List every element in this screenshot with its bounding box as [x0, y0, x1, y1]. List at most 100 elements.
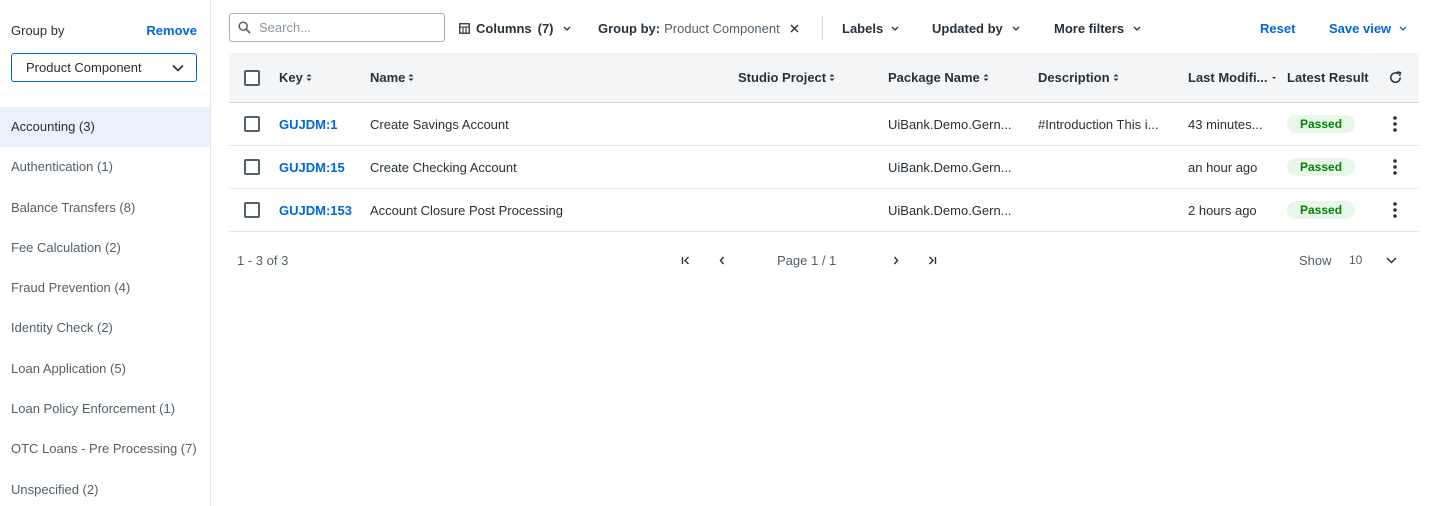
group-item-loan-policy-enforcement[interactable]: Loan Policy Enforcement (1)	[0, 389, 210, 429]
group-item-balance-transfers[interactable]: Balance Transfers (8)	[0, 188, 210, 228]
more-filters-button[interactable]: More filters	[1054, 18, 1141, 38]
columns-count: (7)	[537, 20, 554, 36]
prev-page-button[interactable]	[719, 250, 725, 270]
chevron-down-icon	[1399, 26, 1407, 31]
sort-icon	[1113, 74, 1119, 81]
column-header-description[interactable]: Description	[1038, 53, 1119, 102]
prev-page-icon	[719, 256, 725, 264]
group-by-title: Group by	[11, 22, 65, 38]
first-page-icon	[681, 256, 689, 264]
group-item-loan-application[interactable]: Loan Application (5)	[0, 349, 210, 389]
page-size-value[interactable]: 10	[1349, 250, 1362, 270]
columns-icon	[459, 22, 470, 34]
row-checkbox[interactable]	[244, 202, 260, 218]
groupby-chip-value: Product Component	[664, 20, 780, 36]
refresh-button[interactable]	[1388, 53, 1403, 102]
row-actions-button[interactable]	[1393, 189, 1397, 231]
row-checkbox-cell	[244, 189, 260, 231]
group-by-sidebar: Group by Remove Product Component Accoun…	[0, 0, 211, 506]
select-all-checkbox-cell	[244, 53, 260, 102]
package-name-value: UiBank.Demo.Gern...	[888, 116, 1012, 132]
column-header-key[interactable]: Key	[279, 53, 312, 102]
kebab-icon	[1393, 116, 1397, 132]
refresh-icon	[1390, 71, 1402, 83]
test-case-name: Account Closure Post Processing	[370, 202, 563, 218]
page-size-dropdown[interactable]	[1386, 250, 1397, 270]
group-item-fee-calculation[interactable]: Fee Calculation (2)	[0, 228, 210, 268]
status-badge: Passed	[1287, 158, 1356, 176]
column-header-latest-result-label: Latest Result	[1287, 70, 1369, 85]
column-header-name[interactable]: Name	[370, 53, 414, 102]
more-filters-label: More filters	[1054, 20, 1125, 36]
sort-icon	[983, 74, 989, 81]
close-icon[interactable]	[790, 24, 799, 33]
toolbar: Columns (7) Group by: Product Component …	[229, 12, 1419, 43]
next-page-icon	[893, 256, 899, 264]
chevron-down-icon	[1386, 256, 1397, 264]
row-checkbox[interactable]	[244, 116, 260, 132]
first-page-button[interactable]	[681, 250, 691, 270]
updated-by-filter[interactable]: Updated by	[932, 18, 1020, 38]
column-header-studio-project[interactable]: Studio Project	[738, 53, 835, 102]
column-header-latest-result[interactable]: Latest Result	[1287, 53, 1369, 102]
last-page-button[interactable]	[927, 250, 937, 270]
pagination-bar: 1 - 3 of 3 Page 1 / 1 Show 10	[229, 244, 1419, 276]
chevron-down-icon	[1012, 26, 1020, 31]
group-by-header: Group by Remove	[11, 21, 197, 39]
test-case-key-link[interactable]: GUJDM:15	[279, 160, 345, 175]
kebab-icon	[1393, 202, 1397, 218]
test-case-name: Create Checking Account	[370, 159, 517, 175]
group-by-select[interactable]: Product Component	[11, 53, 197, 82]
test-case-key-link[interactable]: GUJDM:1	[279, 117, 338, 132]
group-item-fraud-prevention[interactable]: Fraud Prevention (4)	[0, 268, 210, 308]
column-header-package-name[interactable]: Package Name	[888, 53, 989, 102]
search-input[interactable]	[259, 20, 429, 35]
chevron-down-icon	[563, 26, 570, 31]
chevron-down-icon	[172, 64, 184, 72]
last-modified-value: an hour ago	[1188, 159, 1258, 175]
search-icon	[238, 21, 251, 34]
group-by-selected-value: Product Component	[26, 60, 142, 75]
sort-icon	[408, 74, 414, 81]
columns-label: Columns	[476, 20, 532, 36]
table-row[interactable]: GUJDM:15 Create Checking Account UiBank.…	[229, 146, 1419, 189]
last-modified-value: 2 hours ago	[1188, 202, 1257, 218]
save-view-label: Save view	[1329, 20, 1392, 36]
remove-grouping-link[interactable]: Remove	[146, 23, 197, 38]
status-badge: Passed	[1287, 201, 1356, 219]
sort-icon	[829, 74, 835, 81]
column-header-last-modified[interactable]: Last Modifi...	[1188, 53, 1278, 102]
row-checkbox-cell	[244, 146, 260, 188]
group-item-authentication[interactable]: Authentication (1)	[0, 147, 210, 187]
group-item-identity-check[interactable]: Identity Check (2)	[0, 308, 210, 348]
last-modified-value: 43 minutes...	[1188, 116, 1263, 132]
table-row[interactable]: GUJDM:1 Create Savings Account UiBank.De…	[229, 103, 1419, 146]
row-actions-button[interactable]	[1393, 103, 1397, 145]
next-page-button[interactable]	[893, 250, 899, 270]
groupby-chip: Group by: Product Component	[598, 18, 799, 38]
grid-header: Key Name Studio Project Package Name Des…	[229, 53, 1419, 103]
page-indicator: Page 1 / 1	[777, 252, 837, 268]
column-header-description-label: Description	[1038, 70, 1110, 85]
select-all-checkbox[interactable]	[244, 69, 260, 86]
chevron-down-icon	[891, 26, 899, 31]
row-actions-button[interactable]	[1393, 146, 1397, 188]
sort-desc-icon	[1272, 77, 1277, 79]
test-case-key-link[interactable]: GUJDM:153	[279, 203, 352, 218]
group-item-unspecified[interactable]: Unspecified (2)	[0, 470, 210, 506]
search-box[interactable]	[229, 13, 445, 42]
group-item-otc-loans[interactable]: OTC Loans - Pre Processing (7)	[0, 429, 210, 469]
save-view-button[interactable]: Save view	[1329, 18, 1407, 38]
package-name-value: UiBank.Demo.Gern...	[888, 202, 1012, 218]
table-row[interactable]: GUJDM:153 Account Closure Post Processin…	[229, 189, 1419, 232]
column-header-last-modified-label: Last Modifi...	[1188, 70, 1268, 85]
group-item-accounting[interactable]: Accounting (3)	[0, 107, 210, 148]
column-header-package-name-label: Package Name	[888, 70, 980, 85]
chevron-down-icon	[1133, 26, 1141, 31]
reset-button[interactable]: Reset	[1260, 18, 1295, 38]
groupby-chip-prefix: Group by:	[598, 20, 661, 36]
status-badge: Passed	[1287, 115, 1356, 133]
labels-filter[interactable]: Labels	[842, 18, 899, 38]
columns-button[interactable]: Columns (7)	[459, 18, 571, 38]
row-checkbox[interactable]	[244, 159, 260, 175]
